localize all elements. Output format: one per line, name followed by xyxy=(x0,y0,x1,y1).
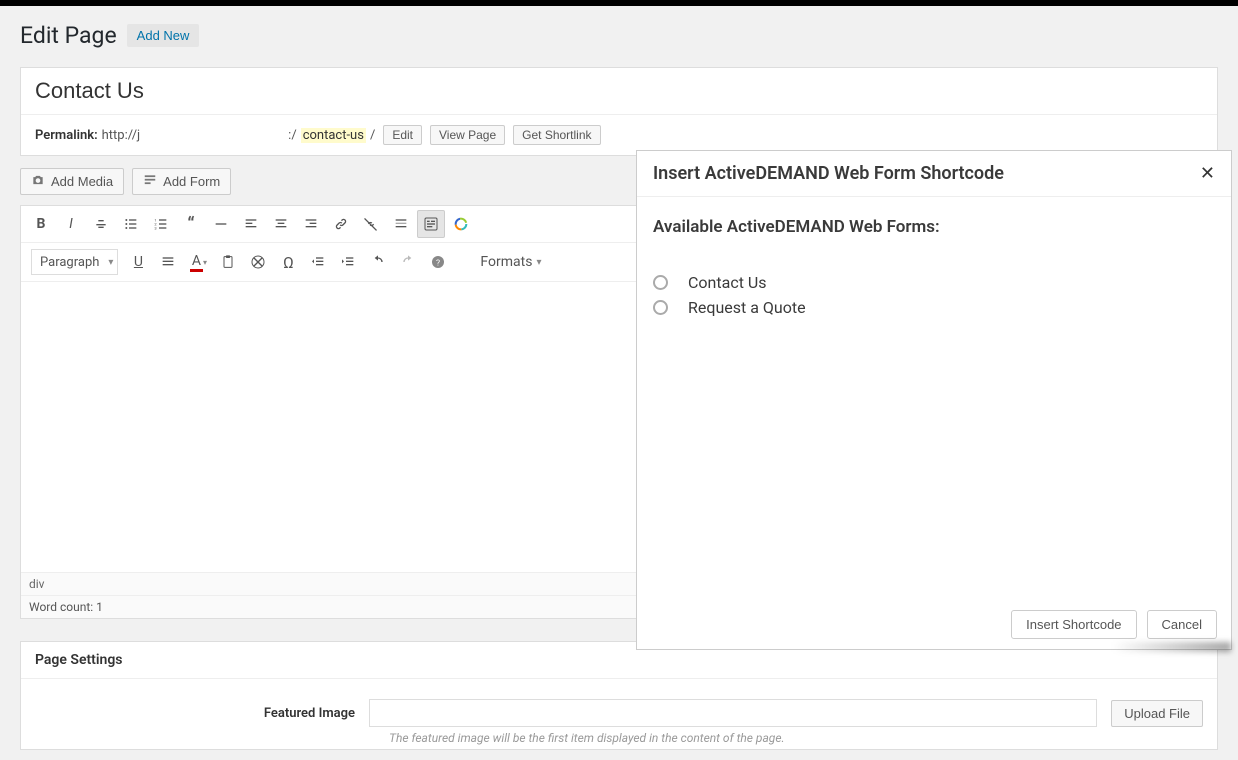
form-option-request-quote[interactable]: Request a Quote xyxy=(653,298,1215,317)
form-option-label: Request a Quote xyxy=(688,298,806,317)
svg-text:?: ? xyxy=(436,258,440,268)
insert-shortcode-modal: Insert ActiveDEMAND Web Form Shortcode ✕… xyxy=(636,150,1232,650)
italic-icon[interactable]: I xyxy=(57,210,85,238)
formats-dropdown[interactable]: Formats▾ xyxy=(474,254,547,270)
heading-row: Edit Page Add New xyxy=(20,16,1218,67)
add-media-label: Add Media xyxy=(51,174,113,189)
camera-icon xyxy=(31,173,45,190)
featured-image-row: Featured Image Upload File xyxy=(35,699,1203,727)
unlink-icon[interactable] xyxy=(357,210,385,238)
more-icon[interactable] xyxy=(387,210,415,238)
permalink-suffix: / xyxy=(370,128,375,143)
get-shortlink-button[interactable]: Get Shortlink xyxy=(513,125,600,145)
help-icon[interactable]: ? xyxy=(424,248,452,276)
permalink-label: Permalink: xyxy=(35,128,98,143)
underline-icon[interactable]: U xyxy=(124,248,152,276)
hr-icon[interactable] xyxy=(207,210,235,238)
strikethrough-icon[interactable] xyxy=(87,210,115,238)
radio-icon[interactable] xyxy=(653,300,668,315)
indent-icon[interactable] xyxy=(334,248,362,276)
special-char-icon[interactable]: Ω xyxy=(274,248,302,276)
page-settings-body: Featured Image Upload File The featured … xyxy=(21,679,1217,749)
align-right-icon[interactable] xyxy=(297,210,325,238)
numbered-list-icon[interactable]: 123 xyxy=(147,210,175,238)
add-form-button[interactable]: Add Form xyxy=(132,168,231,195)
outdent-icon[interactable] xyxy=(304,248,332,276)
form-icon xyxy=(143,173,157,190)
edit-permalink-button[interactable]: Edit xyxy=(383,125,422,145)
view-page-button[interactable]: View Page xyxy=(430,125,505,145)
svg-text:3: 3 xyxy=(154,225,156,230)
justify-icon[interactable] xyxy=(154,248,182,276)
page-settings-panel: Page Settings Featured Image Upload File… xyxy=(20,641,1218,750)
featured-image-help: The featured image will be the first ite… xyxy=(35,731,1203,745)
radio-icon[interactable] xyxy=(653,275,668,290)
permalink-prefix: http://j xyxy=(102,128,141,143)
page-title-input[interactable] xyxy=(21,68,1217,115)
formats-label: Formats xyxy=(480,254,532,270)
align-center-icon[interactable] xyxy=(267,210,295,238)
link-icon[interactable] xyxy=(327,210,355,238)
redo-icon[interactable] xyxy=(394,248,422,276)
permalink-row: Permalink: http://j :/ contact-us / Edit V… xyxy=(21,115,1217,155)
insert-shortcode-button[interactable]: Insert Shortcode xyxy=(1011,610,1136,639)
close-icon[interactable]: ✕ xyxy=(1200,163,1215,184)
add-new-button[interactable]: Add New xyxy=(127,24,200,47)
undo-icon[interactable] xyxy=(364,248,392,276)
cancel-button[interactable]: Cancel xyxy=(1147,610,1217,639)
page-heading: Edit Page xyxy=(20,22,117,49)
upload-file-button[interactable]: Upload File xyxy=(1111,700,1203,727)
blockquote-icon[interactable]: “ xyxy=(177,210,205,238)
modal-body: Available ActiveDEMAND Web Forms: Contac… xyxy=(637,197,1231,343)
modal-title: Insert ActiveDEMAND Web Form Shortcode xyxy=(653,163,1004,184)
bullet-list-icon[interactable] xyxy=(117,210,145,238)
modal-shadow xyxy=(637,642,1231,652)
bold-icon[interactable]: B xyxy=(27,210,55,238)
form-option-label: Contact Us xyxy=(688,273,767,292)
paste-icon[interactable] xyxy=(214,248,242,276)
clear-format-icon[interactable] xyxy=(244,248,272,276)
paragraph-select[interactable]: Paragraph xyxy=(31,249,118,275)
align-left-icon[interactable] xyxy=(237,210,265,238)
toolbar-toggle-icon[interactable] xyxy=(417,210,445,238)
modal-subtitle: Available ActiveDEMAND Web Forms: xyxy=(653,217,1215,237)
add-form-label: Add Form xyxy=(163,174,220,189)
title-box: Permalink: http://j :/ contact-us / Edit V… xyxy=(20,67,1218,156)
activedemand-icon[interactable] xyxy=(447,210,475,238)
modal-header: Insert ActiveDEMAND Web Form Shortcode ✕ xyxy=(637,151,1231,197)
featured-image-input[interactable] xyxy=(369,699,1097,727)
permalink-mid: :/ xyxy=(288,128,297,143)
featured-image-label: Featured Image xyxy=(35,706,355,721)
add-media-button[interactable]: Add Media xyxy=(20,168,124,195)
permalink-slug: contact-us xyxy=(301,128,366,143)
text-color-icon[interactable]: A▾ xyxy=(184,248,212,276)
form-option-contact-us[interactable]: Contact Us xyxy=(653,273,1215,292)
